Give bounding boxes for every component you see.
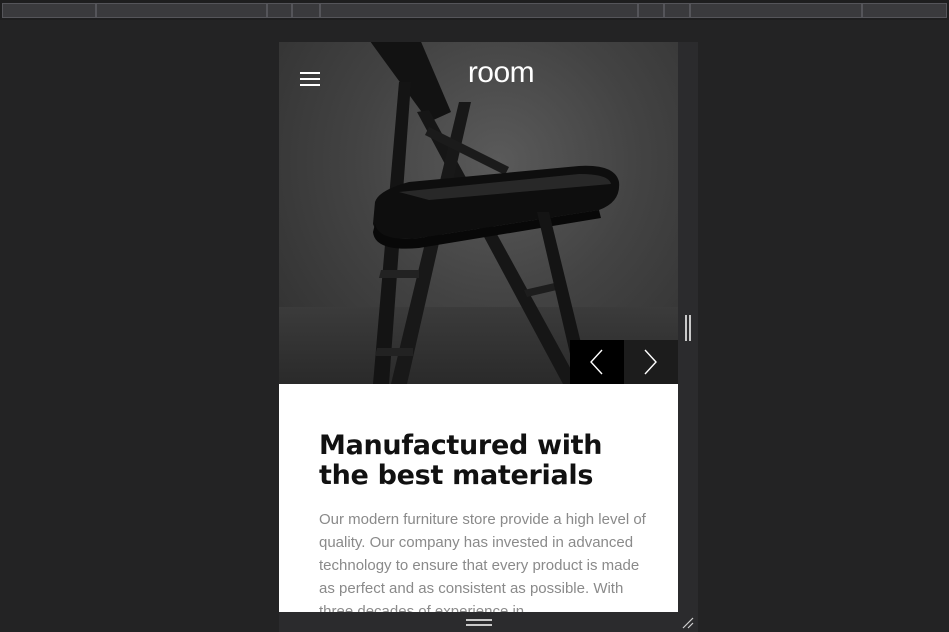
devtools-ruler-bar xyxy=(0,0,949,20)
chevron-right-icon xyxy=(644,349,657,375)
ruler-segment xyxy=(664,3,690,18)
ruler-segment xyxy=(96,3,267,18)
ruler-segment xyxy=(320,3,638,18)
device-viewport: room Manufactured with the best material… xyxy=(279,42,678,612)
resize-corner-icon xyxy=(682,617,694,629)
headline: Manufactured with the best materials xyxy=(319,431,649,491)
ruler-segment xyxy=(862,3,947,18)
ruler-segment xyxy=(2,3,96,18)
headline-line-1: Manufactured with xyxy=(319,430,603,461)
body-paragraph: Our modern furniture store provide a hig… xyxy=(319,511,646,612)
resize-height-handle[interactable] xyxy=(466,619,492,627)
site-logo[interactable]: room xyxy=(279,56,678,90)
resize-corner-handle[interactable] xyxy=(681,615,695,629)
hero-image: room xyxy=(279,42,678,384)
content-section: Manufactured with the best materials Our… xyxy=(319,431,649,613)
ruler-segment xyxy=(292,3,320,18)
chevron-left-icon xyxy=(590,349,603,375)
ruler-segment xyxy=(690,3,862,18)
ruler-segment xyxy=(638,3,664,18)
resize-width-handle[interactable] xyxy=(685,315,691,341)
folding-chair-illustration xyxy=(370,42,620,384)
slider-next-button[interactable] xyxy=(624,340,678,384)
ruler-segment xyxy=(267,3,292,18)
headline-line-2: the best materials xyxy=(319,460,594,491)
slider-prev-button[interactable] xyxy=(570,340,624,384)
